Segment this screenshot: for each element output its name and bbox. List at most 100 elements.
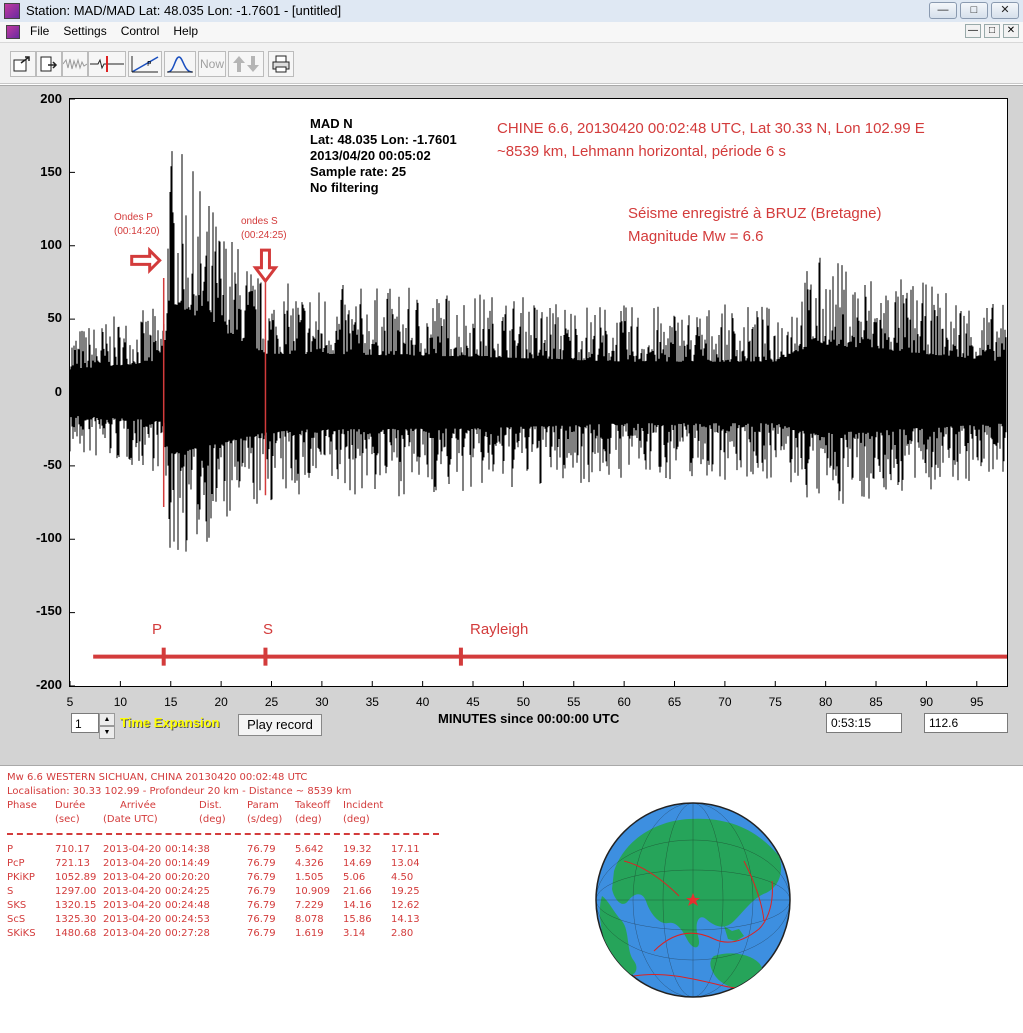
- x-tick-label: 85: [869, 695, 883, 709]
- report-event-line: Mw 6.6 WESTERN SICHUAN, CHINA 20130420 0…: [7, 772, 308, 783]
- svg-text:P: P: [147, 60, 151, 68]
- report-cell: 21.66: [343, 886, 372, 897]
- pick-marker-icon[interactable]: [88, 51, 126, 77]
- waveform-icon[interactable]: [62, 51, 88, 77]
- report-cell: 19.32: [343, 844, 372, 855]
- menu-control[interactable]: Control: [121, 24, 160, 38]
- x-tick-label: 50: [516, 695, 531, 709]
- minimize-button[interactable]: —: [929, 2, 957, 19]
- report-cell: 5.06: [343, 872, 366, 883]
- report-cell: 14.69: [343, 858, 372, 869]
- mdi-restore-button[interactable]: □: [984, 24, 1000, 38]
- report-cell: 14.16: [343, 900, 372, 911]
- report-cell: 8.078: [295, 914, 324, 925]
- time-expansion-label: Time Expansion: [120, 715, 220, 730]
- spin-down-button[interactable]: ▼: [99, 726, 115, 739]
- p-wave-label: Ondes P: [114, 212, 153, 223]
- report-cell: 13.04: [391, 858, 420, 869]
- window-controls: — □ ✕: [929, 2, 1019, 19]
- mdi-minimize-button[interactable]: —: [965, 24, 981, 38]
- report-cell: 76.79: [247, 900, 276, 911]
- report-cell: 4.326: [295, 858, 324, 869]
- record-start: 2013/04/20 00:05:02: [310, 148, 431, 163]
- report-cell: 2013-04-20: [103, 872, 162, 883]
- x-tick-label: 65: [667, 695, 682, 709]
- report-cell: 2013-04-20: [103, 886, 162, 897]
- title-bar: Station: MAD/MAD Lat: 48.035 Lon: -1.760…: [0, 0, 1023, 23]
- y-tick-label: -200: [35, 677, 62, 692]
- report-subheader: (Date UTC): [103, 814, 158, 825]
- report-cell: 1480.68: [55, 928, 97, 939]
- recording-note: Séisme enregistré à BRUZ (Bretagne): [628, 205, 882, 222]
- time-expansion-spinner: ▲ ▼: [99, 713, 115, 740]
- y-tick-label: -50: [43, 457, 62, 472]
- event-description: CHINE 6.6, 20130420 00:02:48 UTC, Lat 30…: [497, 120, 925, 137]
- report-cell: 2013-04-20: [103, 900, 162, 911]
- report-subheader: (s/deg): [247, 814, 283, 825]
- seismogram-plot[interactable]: [69, 98, 1008, 687]
- maximize-button[interactable]: □: [960, 2, 988, 19]
- y-tick-label: 100: [40, 237, 62, 252]
- up-down-arrows-icon[interactable]: [228, 51, 264, 77]
- y-tick-label: -150: [35, 603, 62, 618]
- seismogram-svg: [70, 99, 1007, 686]
- y-tick-label: 200: [40, 91, 62, 106]
- report-cell: 1297.00: [55, 886, 97, 897]
- report-header: Dist.: [199, 800, 222, 811]
- report-cell: SKS: [7, 900, 27, 911]
- cursor-value-field[interactable]: 112.6: [924, 713, 1008, 733]
- menu-items: File Settings Control Help: [30, 24, 198, 38]
- report-cell: 4.50: [391, 872, 414, 883]
- report-header: Param: [247, 800, 279, 811]
- close-button[interactable]: ✕: [991, 2, 1019, 19]
- travel-time-icon[interactable]: P: [128, 51, 162, 77]
- now-button[interactable]: Now: [198, 51, 226, 77]
- cursor-time-field[interactable]: 0:53:15: [826, 713, 902, 733]
- globe-map-icon: [595, 802, 791, 998]
- menu-file[interactable]: File: [30, 24, 49, 38]
- mdi-close-button[interactable]: ✕: [1003, 24, 1019, 38]
- report-cell: 00:14:38: [165, 844, 210, 855]
- spin-up-button[interactable]: ▲: [99, 713, 115, 726]
- x-tick-label: 20: [214, 695, 228, 709]
- report-cell: 1052.89: [55, 872, 97, 883]
- report-subheader: (deg): [295, 814, 322, 825]
- report-subheader: (deg): [199, 814, 226, 825]
- menu-help[interactable]: Help: [173, 24, 198, 38]
- y-tick-label: 150: [40, 164, 62, 179]
- x-tick-label: 90: [919, 695, 934, 709]
- rayleigh-phase-label: Rayleigh: [470, 621, 529, 638]
- print-icon[interactable]: [268, 51, 294, 77]
- x-tick-label: 30: [315, 695, 329, 709]
- report-cell: 7.229: [295, 900, 324, 911]
- report-location-line: Localisation: 30.33 102.99 - Profondeur …: [7, 786, 352, 797]
- report-cell: 76.79: [247, 914, 276, 925]
- y-tick-label: -100: [35, 530, 62, 545]
- save-file-icon[interactable]: [36, 51, 62, 77]
- document-icon[interactable]: [6, 25, 20, 39]
- open-file-icon[interactable]: [10, 51, 36, 77]
- report-cell: 76.79: [247, 928, 276, 939]
- report-header: Incident: [343, 800, 384, 811]
- spectrum-icon[interactable]: [164, 51, 196, 77]
- x-tick-label: 25: [264, 695, 279, 709]
- x-tick-label: 15: [164, 695, 178, 709]
- report-cell: 14.13: [391, 914, 420, 925]
- p-wave-time: (00:14:20): [114, 226, 160, 237]
- report-cell: S: [7, 886, 14, 897]
- s-wave-time: (00:24:25): [241, 230, 287, 241]
- report-cell: 00:24:53: [165, 914, 210, 925]
- report-cell: 1325.30: [55, 914, 97, 925]
- report-cell: 2013-04-20: [103, 844, 162, 855]
- app-icon: [4, 3, 20, 19]
- x-tick-label: 55: [567, 695, 581, 709]
- x-tick-label: 75: [768, 695, 782, 709]
- x-tick-label: 35: [365, 695, 379, 709]
- play-record-button[interactable]: Play record: [238, 714, 322, 736]
- station-name: MAD N: [310, 116, 353, 131]
- x-tick-label: 95: [970, 695, 984, 709]
- menu-settings[interactable]: Settings: [63, 24, 106, 38]
- report-cell: PcP: [7, 858, 25, 869]
- time-expansion-input[interactable]: 1: [71, 713, 99, 733]
- report-cell: 1.619: [295, 928, 324, 939]
